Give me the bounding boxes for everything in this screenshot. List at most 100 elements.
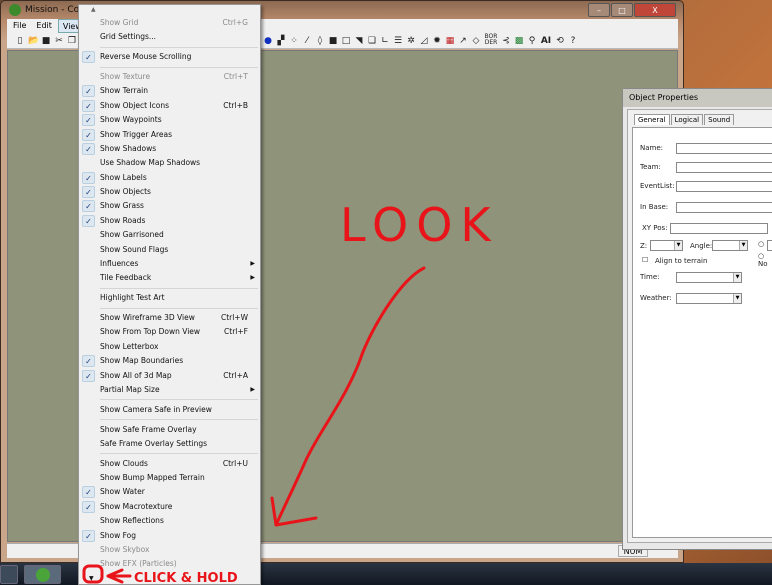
scroll-down-arrow-icon[interactable]: ▼ — [89, 575, 94, 582]
history-icon[interactable]: ⟲ — [555, 36, 565, 46]
menu-item-tile-feedback[interactable]: Tile Feedback ▶ — [79, 271, 260, 285]
polygon-icon[interactable]: ◇ — [471, 36, 481, 46]
menu-item-reverse-mouse-scrolling[interactable]: ✓ Reverse Mouse Scrolling — [79, 50, 260, 64]
menu-item-show-grid[interactable]: Show Grid Ctrl+G — [79, 16, 260, 30]
checkmark-icon: ✓ — [82, 529, 95, 542]
corner-icon[interactable]: ◥ — [354, 36, 364, 46]
border-icon[interactable]: BOR DER — [484, 33, 498, 48]
team-icon[interactable]: ⚲ — [527, 36, 537, 46]
cut-icon[interactable]: ✂ — [54, 36, 64, 46]
team-input[interactable] — [676, 162, 772, 173]
menu-item-show-waypoints[interactable]: ✓ Show Waypoints — [79, 113, 260, 127]
menu-item-show-reflections[interactable]: Show Reflections — [79, 514, 260, 528]
menu-item-show-wireframe-3d-view[interactable]: Show Wireframe 3D View Ctrl+W — [79, 311, 260, 325]
water-icon[interactable]: ● — [263, 36, 273, 46]
menu-item-highlight-test-art[interactable]: Highlight Test Art — [79, 291, 260, 305]
menu-edit[interactable]: Edit — [32, 19, 56, 33]
menu-item-show-camera-safe-in-preview[interactable]: Show Camera Safe in Preview — [79, 403, 260, 417]
chevron-down-icon[interactable]: ▼ — [674, 241, 682, 250]
z-combo[interactable]: ▼ — [650, 240, 683, 251]
fill-icon[interactable]: ◊ — [315, 36, 325, 46]
align-label: Align to terrain — [655, 257, 708, 265]
checkmark-icon: ✓ — [82, 500, 95, 513]
chevron-down-icon[interactable]: ▼ — [733, 273, 741, 282]
taskbar-button-mission[interactable] — [24, 565, 61, 584]
menu-item-show-roads[interactable]: ✓ Show Roads — [79, 214, 260, 228]
link-icon[interactable]: ⊰ — [501, 36, 511, 46]
menu-item-influences[interactable]: Influences ▶ — [79, 257, 260, 271]
minimize-button[interactable]: – — [588, 3, 610, 17]
menu-item-show-all-of-3d-map[interactable]: ✓ Show All of 3d Map Ctrl+A — [79, 369, 260, 383]
time-select[interactable]: ▼ — [676, 272, 742, 283]
menu-item-use-shadow-map-shadows[interactable]: Use Shadow Map Shadows — [79, 156, 260, 170]
open-icon[interactable]: 📂 — [28, 36, 39, 46]
inbase-input[interactable] — [676, 202, 772, 213]
align-checkbox[interactable]: ☐ — [642, 256, 648, 264]
help-icon[interactable]: ? — [568, 36, 578, 46]
tab-logical[interactable]: Logical — [670, 114, 704, 125]
menu-item-safe-frame-overlay-settings[interactable]: Safe Frame Overlay Settings — [79, 437, 260, 451]
ai-icon[interactable]: AI — [540, 36, 552, 46]
grid-icon[interactable]: ▦ — [445, 36, 455, 46]
tree-icon[interactable]: ✲ — [406, 36, 416, 46]
view-menu: ▲ Show Grid Ctrl+G Grid Settings... ✓ Revers… — [78, 4, 261, 585]
menu-item-show-trigger-areas[interactable]: ✓ Show Trigger Areas — [79, 128, 260, 142]
radio-option-1[interactable]: ○ — [758, 240, 764, 248]
menu-item-show-garrisoned[interactable]: Show Garrisoned — [79, 228, 260, 242]
chevron-down-icon[interactable]: ▼ — [739, 241, 747, 250]
chevron-down-icon[interactable]: ▼ — [733, 294, 741, 303]
menu-item-show-objects[interactable]: ✓ Show Objects — [79, 185, 260, 199]
menu-item-label: Safe Frame Overlay Settings — [100, 438, 208, 448]
lines-icon[interactable]: ☰ — [393, 36, 403, 46]
new-icon[interactable]: ▯ — [15, 36, 25, 46]
name-input[interactable] — [676, 143, 772, 154]
copy-icon[interactable]: ❐ — [67, 36, 77, 46]
square-icon[interactable]: ■ — [328, 36, 338, 46]
menu-item-show-labels[interactable]: ✓ Show Labels — [79, 171, 260, 185]
radio-value-input[interactable] — [767, 240, 772, 251]
blocks-icon[interactable]: ▞ — [276, 36, 286, 46]
rect-icon[interactable]: □ — [341, 36, 351, 46]
menu-item-show-texture[interactable]: Show Texture Ctrl+T — [79, 70, 260, 84]
menu-item-show-fog[interactable]: ✓ Show Fog — [79, 529, 260, 543]
eventlist-input[interactable] — [676, 181, 772, 192]
weather-select[interactable]: ▼ — [676, 293, 742, 304]
menu-item-show-from-top-down-view[interactable]: Show From Top Down View Ctrl+F — [79, 325, 260, 339]
menu-item-show-map-boundaries[interactable]: ✓ Show Map Boundaries — [79, 354, 260, 368]
taskbar-button-app1[interactable] — [0, 565, 18, 584]
menu-item-show-water[interactable]: ✓ Show Water — [79, 485, 260, 499]
triangle-icon[interactable]: ◿ — [419, 36, 429, 46]
menu-item-show-macrotexture[interactable]: ✓ Show Macrotexture — [79, 500, 260, 514]
xypos-input[interactable] — [670, 223, 768, 234]
menu-item-show-bump-mapped-terrain[interactable]: Show Bump Mapped Terrain — [79, 471, 260, 485]
path-icon[interactable]: ↗ — [458, 36, 468, 46]
scroll-up-arrow-icon[interactable]: ▲ — [91, 6, 96, 13]
radio-option-no[interactable]: ○ No — [758, 252, 772, 268]
menu-item-show-skybox[interactable]: Show Skybox — [79, 543, 260, 557]
tab-sound[interactable]: Sound — [704, 114, 735, 125]
building-icon[interactable]: ▩ — [514, 36, 524, 46]
gear-icon[interactable]: ✹ — [432, 36, 442, 46]
menu-item-show-grass[interactable]: ✓ Show Grass — [79, 199, 260, 213]
angle-combo[interactable]: ▼ — [712, 240, 748, 251]
menu-item-partial-map-size[interactable]: Partial Map Size ▶ — [79, 383, 260, 397]
maximize-button[interactable]: □ — [611, 3, 633, 17]
tab-general[interactable]: General — [634, 114, 670, 125]
menu-item-label: Show Trigger Areas — [100, 129, 173, 139]
menu-file[interactable]: File — [9, 19, 30, 33]
close-button[interactable]: X — [634, 3, 676, 17]
pattern-icon[interactable]: ⁘ — [289, 36, 299, 46]
menu-item-show-clouds[interactable]: Show Clouds Ctrl+U — [79, 457, 260, 471]
axis-icon[interactable]: ∟ — [380, 36, 390, 46]
eyedropper-icon[interactable]: ⁄ — [302, 36, 312, 46]
menu-item-show-sound-flags[interactable]: Show Sound Flags — [79, 243, 260, 257]
menu-item-grid-settings[interactable]: Grid Settings... — [79, 30, 260, 44]
save-icon[interactable]: ■ — [41, 36, 51, 46]
menu-item-show-shadows[interactable]: ✓ Show Shadows — [79, 142, 260, 156]
copy-objects-icon[interactable]: ❏ — [367, 36, 377, 46]
menu-item-show-efx-particles[interactable]: Show EFX (Particles) — [79, 557, 260, 571]
menu-item-show-letterbox[interactable]: Show Letterbox — [79, 340, 260, 354]
menu-item-show-safe-frame-overlay[interactable]: Show Safe Frame Overlay — [79, 423, 260, 437]
menu-item-show-terrain[interactable]: ✓ Show Terrain — [79, 84, 260, 98]
menu-item-show-object-icons[interactable]: ✓ Show Object Icons Ctrl+B — [79, 99, 260, 113]
